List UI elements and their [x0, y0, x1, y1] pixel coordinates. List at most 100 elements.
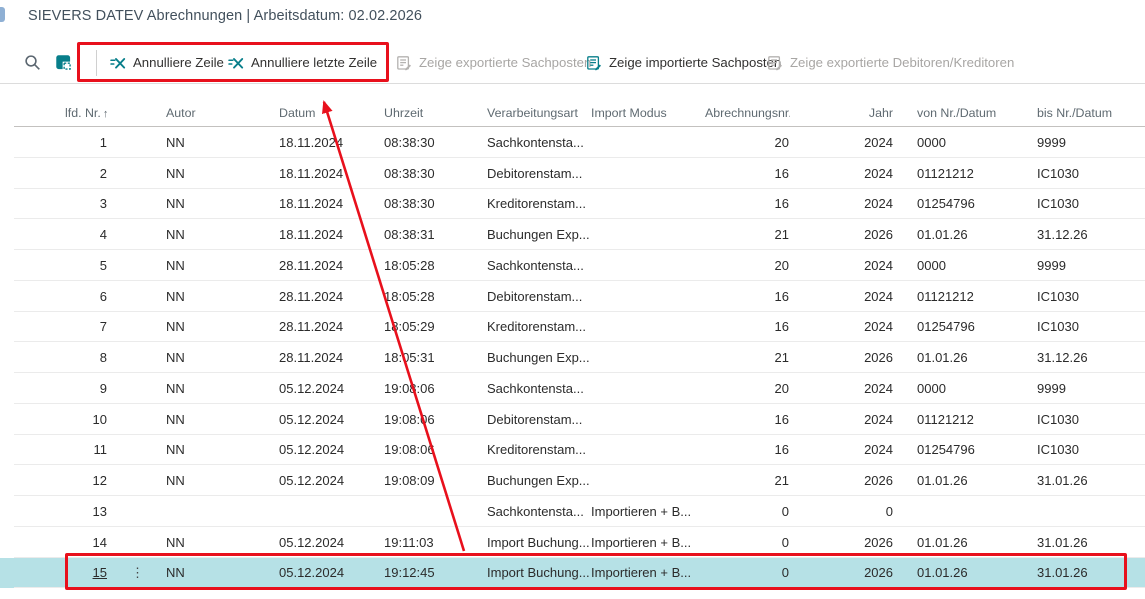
cell-autor: NN: [165, 565, 270, 580]
cell-uhrzeit: 08:38:31: [375, 227, 485, 242]
table-row[interactable]: 12 ⋮ NN 05.12.2024 19:08:09 Buchungen Ex…: [0, 465, 1145, 496]
cell-lfd-nr[interactable]: 1: [65, 135, 110, 150]
column-header-datum[interactable]: Datum: [270, 106, 375, 120]
cell-autor: NN: [165, 319, 270, 334]
cell-abrechnungsnr: 16: [705, 166, 790, 181]
cell-bis-nr-datum[interactable]: 9999: [1035, 258, 1145, 273]
cell-datum: 18.11.2024: [270, 196, 375, 211]
table-row[interactable]: 4 ⋮ NN 18.11.2024 08:38:31 Buchungen Exp…: [0, 219, 1145, 250]
cell-von-nr-datum[interactable]: 01.01.26: [895, 227, 1035, 242]
cell-lfd-nr[interactable]: 5: [65, 258, 110, 273]
cell-jahr: 2024: [790, 289, 895, 304]
column-header-von-nr-datum[interactable]: von Nr./Datum: [895, 106, 1035, 120]
action-button[interactable]: Annulliere Zeile: [110, 42, 224, 83]
cell-bis-nr-datum[interactable]: 9999: [1035, 135, 1145, 150]
column-header-jahr[interactable]: Jahr: [790, 106, 895, 120]
cell-datum: 28.11.2024: [270, 350, 375, 365]
cell-lfd-nr[interactable]: 2: [65, 166, 110, 181]
cell-uhrzeit: 19:08:06: [375, 442, 485, 457]
column-header-bis-nr-datum[interactable]: bis Nr./Datum: [1035, 106, 1145, 120]
cell-lfd-nr[interactable]: 10: [65, 412, 110, 427]
column-header-abrechnungsnr[interactable]: Abrechnungsnr.: [705, 106, 790, 120]
cell-von-nr-datum[interactable]: 01121212: [895, 166, 1035, 181]
cell-verarbeitungsart: Buchungen Exp...: [485, 227, 590, 242]
cell-bis-nr-datum[interactable]: IC1030: [1035, 442, 1145, 457]
column-header-lfd-nr[interactable]: lfd. Nr.↑: [65, 106, 110, 120]
cell-bis-nr-datum[interactable]: 9999: [1035, 381, 1145, 396]
cell-von-nr-datum[interactable]: 01254796: [895, 442, 1035, 457]
column-header-uhrzeit[interactable]: Uhrzeit: [375, 106, 485, 120]
cell-autor: NN: [165, 135, 270, 150]
cell-von-nr-datum[interactable]: 01.01.26: [895, 565, 1035, 580]
cell-jahr: 2024: [790, 196, 895, 211]
cell-bis-nr-datum[interactable]: 31.01.26: [1035, 473, 1145, 488]
table-row[interactable]: 11 ⋮ NN 05.12.2024 19:08:06 Kreditorenst…: [0, 435, 1145, 466]
cell-von-nr-datum[interactable]: 01121212: [895, 412, 1035, 427]
entries-icon: [586, 55, 602, 71]
cell-von-nr-datum[interactable]: 01.01.26: [895, 473, 1035, 488]
table-row[interactable]: 1 ⋮ NN 18.11.2024 08:38:30 Sachkontensta…: [0, 127, 1145, 158]
cell-bis-nr-datum[interactable]: 31.01.26: [1035, 565, 1145, 580]
cell-von-nr-datum[interactable]: 0000: [895, 135, 1035, 150]
cell-bis-nr-datum[interactable]: 31.12.26: [1035, 227, 1145, 242]
cell-von-nr-datum[interactable]: 0000: [895, 381, 1035, 396]
entries-icon: [767, 55, 783, 71]
cell-bis-nr-datum[interactable]: IC1030: [1035, 412, 1145, 427]
table-row[interactable]: 14 ⋮ NN 05.12.2024 19:11:03 Import Buchu…: [0, 527, 1145, 558]
cell-lfd-nr[interactable]: 8: [65, 350, 110, 365]
table-row[interactable]: 8 ⋮ NN 28.11.2024 18:05:31 Buchungen Exp…: [0, 342, 1145, 373]
cell-von-nr-datum[interactable]: 01121212: [895, 289, 1035, 304]
cell-von-nr-datum[interactable]: 01254796: [895, 196, 1035, 211]
column-header-import-modus[interactable]: Import Modus: [590, 106, 705, 120]
cell-verarbeitungsart: Import Buchung...: [485, 565, 590, 580]
table-row[interactable]: 10 ⋮ NN 05.12.2024 19:08:06 Debitorensta…: [0, 404, 1145, 435]
table-row[interactable]: 13 ⋮ Sachkontensta... Importieren + B...…: [0, 496, 1145, 527]
table-row[interactable]: 6 ⋮ NN 28.11.2024 18:05:28 Debitorenstam…: [0, 281, 1145, 312]
cell-autor: NN: [165, 381, 270, 396]
cell-lfd-nr[interactable]: 15: [65, 565, 110, 580]
table-row[interactable]: 3 ⋮ NN 18.11.2024 08:38:30 Kreditorensta…: [0, 189, 1145, 220]
table-row[interactable]: 15 ⋮ NN 05.12.2024 19:12:45 Import Buchu…: [0, 558, 1145, 589]
cell-lfd-nr[interactable]: 14: [65, 535, 110, 550]
cell-bis-nr-datum[interactable]: 31.01.26: [1035, 535, 1145, 550]
cell-bis-nr-datum[interactable]: IC1030: [1035, 166, 1145, 181]
column-header-autor[interactable]: Autor: [165, 106, 270, 120]
cell-import-modus: Importieren + B...: [590, 535, 705, 550]
cell-lfd-nr[interactable]: 3: [65, 196, 110, 211]
cell-verarbeitungsart: Buchungen Exp...: [485, 350, 590, 365]
cell-von-nr-datum[interactable]: 01.01.26: [895, 350, 1035, 365]
table-row[interactable]: 5 ⋮ NN 28.11.2024 18:05:28 Sachkontensta…: [0, 250, 1145, 281]
table-row[interactable]: 7 ⋮ NN 28.11.2024 18:05:29 Kreditorensta…: [0, 312, 1145, 343]
cell-bis-nr-datum[interactable]: 31.12.26: [1035, 350, 1145, 365]
action-button[interactable]: Annulliere letzte Zeile: [228, 42, 377, 83]
cell-von-nr-datum[interactable]: 01.01.26: [895, 535, 1035, 550]
cell-lfd-nr[interactable]: 12: [65, 473, 110, 488]
row-menu-ellipsis-icon[interactable]: ⋮: [131, 565, 144, 580]
table-row[interactable]: 2 ⋮ NN 18.11.2024 08:38:30 Debitorenstam…: [0, 158, 1145, 189]
cell-verarbeitungsart: Import Buchung...: [485, 535, 590, 550]
cell-bis-nr-datum[interactable]: IC1030: [1035, 319, 1145, 334]
action-button[interactable]: Zeige importierte Sachposten: [586, 42, 781, 83]
cell-bis-nr-datum[interactable]: IC1030: [1035, 289, 1145, 304]
cell-von-nr-datum[interactable]: 0000: [895, 258, 1035, 273]
cell-lfd-nr[interactable]: 6: [65, 289, 110, 304]
search-icon[interactable]: [24, 54, 41, 71]
cell-lfd-nr[interactable]: 13: [65, 504, 110, 519]
row-menu[interactable]: ⋮: [110, 565, 165, 581]
cell-abrechnungsnr: 21: [705, 350, 790, 365]
analyze-icon[interactable]: [55, 54, 72, 71]
cell-verarbeitungsart: Debitorenstam...: [485, 289, 590, 304]
cell-lfd-nr[interactable]: 9: [65, 381, 110, 396]
table-row[interactable]: 9 ⋮ NN 05.12.2024 19:08:06 Sachkontensta…: [0, 373, 1145, 404]
cell-uhrzeit: 19:08:06: [375, 381, 485, 396]
column-header-verarbeitungsart[interactable]: Verarbeitungsart: [485, 106, 590, 120]
cell-bis-nr-datum[interactable]: IC1030: [1035, 196, 1145, 211]
cell-abrechnungsnr: 0: [705, 565, 790, 580]
cell-lfd-nr[interactable]: 4: [65, 227, 110, 242]
cell-lfd-nr[interactable]: 11: [65, 442, 110, 457]
cell-lfd-nr[interactable]: 7: [65, 319, 110, 334]
cell-datum: 18.11.2024: [270, 135, 375, 150]
cell-verarbeitungsart: Buchungen Exp...: [485, 473, 590, 488]
cell-von-nr-datum[interactable]: 01254796: [895, 319, 1035, 334]
cell-verarbeitungsart: Sachkontensta...: [485, 504, 590, 519]
